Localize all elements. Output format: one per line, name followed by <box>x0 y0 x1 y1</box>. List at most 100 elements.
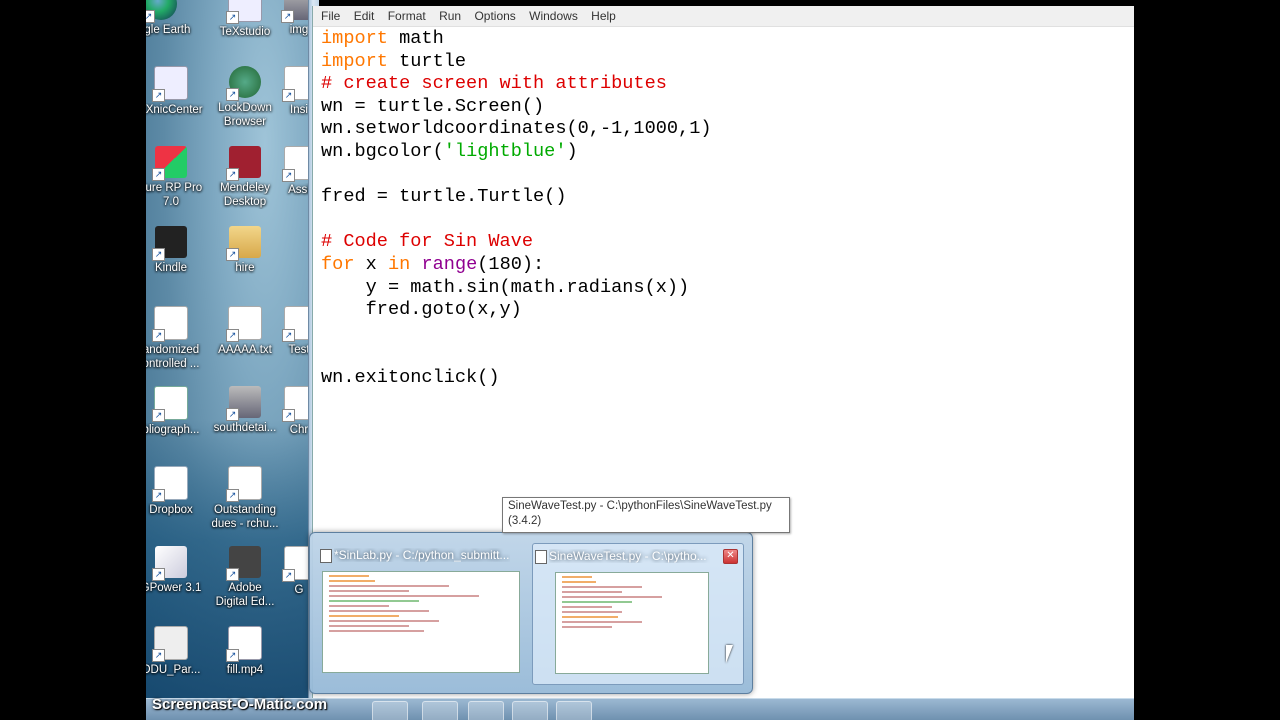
code-text: math <box>387 28 444 49</box>
texniccenter-icon[interactable]: eXnicCenter <box>146 66 208 117</box>
taskbar-button-python[interactable] <box>512 701 548 720</box>
icon-label: Dropbox <box>149 504 193 516</box>
mendeley-icon[interactable]: Mendeley Desktop <box>208 146 282 209</box>
dropbox-app-icon <box>152 466 188 502</box>
code-text: y = math.sin(math.radians(x)) <box>321 276 690 298</box>
fill-mp4-icon[interactable]: fill.mp4 <box>208 626 282 677</box>
lock-globe-icon <box>226 66 261 101</box>
video-file-icon <box>226 626 262 662</box>
aaaaa-txt-icon[interactable]: AAAAA.txt <box>208 306 282 357</box>
taskbar-thumbnail-popup: *SinLab.py - C:/python_submitt... SineWa… <box>309 532 753 694</box>
icon-label-line2: Digital Ed... <box>215 596 275 608</box>
icon-label: AAAAA.txt <box>218 344 272 356</box>
southdetail-icon[interactable]: southdetai... <box>208 386 282 435</box>
mendeley-app-icon <box>226 146 261 181</box>
menu-bar: File Edit Format Run Options Windows Hel… <box>313 6 1134 27</box>
code-text: (180): <box>477 253 545 275</box>
dropbox-icon[interactable]: Dropbox <box>146 466 208 517</box>
menu-help[interactable]: Help <box>591 9 616 23</box>
document-icon <box>226 466 262 502</box>
menu-file[interactable]: File <box>321 9 340 23</box>
code-keyword: import <box>321 50 388 72</box>
axure-app-icon <box>152 146 187 181</box>
text-file-icon <box>226 306 262 342</box>
code-string: 'lightblue' <box>443 140 567 162</box>
gpower-icon[interactable]: GPower 3.1 <box>146 546 208 595</box>
icon-label: TeXstudio <box>219 26 271 38</box>
folder-icon <box>226 226 261 261</box>
icon-label: bliograph... <box>146 424 200 436</box>
code-text: wn.setworldcoordinates(0,-1,1000,1) <box>321 118 712 140</box>
document-icon <box>152 306 188 342</box>
window-preview <box>555 572 709 674</box>
hire-folder-icon[interactable]: hire <box>208 226 282 275</box>
icon-label-line2: ontrolled ... <box>146 358 200 370</box>
code-comment: # Code for Sin Wave <box>321 231 534 253</box>
desktop-wallpaper: oogle Earth TeXstudio img eXnicCenter Lo… <box>146 0 318 720</box>
menu-run[interactable]: Run <box>439 9 461 23</box>
menu-edit[interactable]: Edit <box>354 9 375 23</box>
bibliography-icon[interactable]: bliograph... <box>146 386 208 437</box>
taskbar-button-app[interactable] <box>468 701 504 720</box>
image-file-icon <box>226 386 261 421</box>
screencast-watermark: Screencast-O-Matic.com <box>152 696 328 713</box>
code-text: x <box>354 253 388 275</box>
window-preview <box>322 571 520 673</box>
code-builtin: range <box>421 253 478 275</box>
icon-label: Kindle <box>155 262 187 274</box>
icon-label: Mendeley <box>220 182 270 194</box>
gpower-app-icon <box>152 546 187 581</box>
menu-format[interactable]: Format <box>388 9 426 23</box>
code-keyword: in <box>387 253 411 275</box>
icon-label: hire <box>235 262 255 274</box>
code-keyword: for <box>321 253 355 275</box>
document-icon <box>152 626 188 662</box>
google-earth-icon[interactable]: oogle Earth <box>146 0 198 37</box>
texstudio-app-icon <box>226 0 262 24</box>
thumbnail-sinewavetest[interactable]: SineWaveTest.py - C:\pytho... ✕ <box>532 543 744 685</box>
taskbar-button-chrome[interactable] <box>422 701 458 720</box>
icon-label: ODU_Par... <box>146 664 201 676</box>
python-file-icon <box>535 550 547 564</box>
kindle-app-icon <box>152 226 187 261</box>
code-text-area[interactable]: import math import turtle # create scree… <box>321 28 712 390</box>
axure-icon[interactable]: xure RP Pro 7.0 <box>146 146 208 209</box>
menu-windows[interactable]: Windows <box>529 9 578 23</box>
icon-label: GPower 3.1 <box>146 582 202 594</box>
icon-label: oogle Earth <box>146 24 191 36</box>
icon-label: LockDown <box>218 102 272 114</box>
icon-label-line2: 7.0 <box>163 196 179 208</box>
taskbar-button-media[interactable] <box>372 701 408 720</box>
texniccenter-app-icon <box>152 66 188 102</box>
code-text: ) <box>566 140 578 162</box>
icon-label: Adobe <box>228 582 262 594</box>
kindle-icon[interactable]: Kindle <box>146 226 208 275</box>
lockdown-browser-icon[interactable]: LockDown Browser <box>208 66 282 129</box>
icon-label-line2: dues - rchu... <box>211 518 279 530</box>
python-file-icon <box>320 549 332 563</box>
code-text: fred = turtle.Turtle() <box>321 186 567 208</box>
taskbar-tooltip: SineWaveTest.py - C:\pythonFiles\SineWav… <box>502 497 790 533</box>
icon-label: eXnicCenter <box>146 104 203 116</box>
code-keyword: import <box>321 28 388 49</box>
outstanding-dues-icon[interactable]: Outstanding dues - rchu... <box>208 466 282 531</box>
icon-label: andomized <box>146 344 200 356</box>
randomized-doc-icon[interactable]: andomized ontrolled ... <box>146 306 208 371</box>
word-doc-icon <box>152 386 188 422</box>
screen: oogle Earth TeXstudio img eXnicCenter Lo… <box>146 0 1134 720</box>
tooltip-line1: SineWaveTest.py - C:\pythonFiles\SineWav… <box>508 500 772 512</box>
icon-label-line2: Desktop <box>223 196 267 208</box>
odu-par-icon[interactable]: ODU_Par... <box>146 626 208 677</box>
adobe-digital-editions-icon[interactable]: Adobe Digital Ed... <box>208 546 282 609</box>
adobe-app-icon <box>226 546 261 581</box>
menu-options[interactable]: Options <box>474 9 515 23</box>
mouse-pointer-icon <box>726 645 740 663</box>
thumbnail-sinlab[interactable]: *SinLab.py - C:/python_submitt... <box>318 543 528 683</box>
texstudio-icon[interactable]: TeXstudio <box>208 0 282 39</box>
close-icon[interactable]: ✕ <box>723 549 738 564</box>
code-text: wn.exitonclick() <box>321 366 500 388</box>
code-comment: # create screen with attributes <box>321 73 667 95</box>
thumbnail-title: SineWaveTest.py - C:\pytho... <box>549 549 707 563</box>
taskbar-button-window[interactable] <box>556 701 592 720</box>
code-text: fred.goto(x,y) <box>321 299 522 321</box>
